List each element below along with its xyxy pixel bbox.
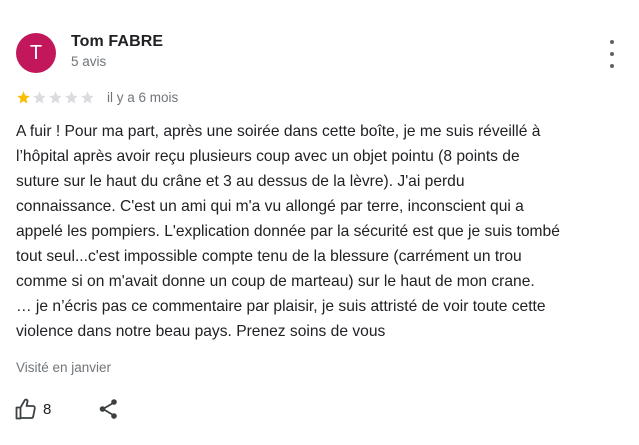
more-vert-icon-dot — [610, 52, 614, 56]
review-time-ago: il y a 6 mois — [107, 89, 179, 105]
star-empty-icon — [49, 90, 62, 103]
rating-row: il y a 6 mois — [16, 88, 178, 106]
more-vert-icon-dot — [610, 64, 614, 68]
author-review-count: 5 avis — [71, 54, 107, 69]
star-empty-icon — [81, 90, 94, 103]
star-rating — [16, 90, 95, 105]
review-text: A fuir ! Pour ma part, après une soirée … — [16, 123, 560, 340]
like-count: 8 — [43, 400, 52, 418]
share-icon — [99, 399, 117, 419]
star-empty-icon — [33, 90, 46, 103]
avatar-letter: T — [29, 41, 43, 64]
share-button[interactable] — [97, 397, 121, 421]
more-vert-icon — [610, 40, 614, 44]
star-filled-icon — [17, 90, 30, 103]
thumb-up-icon — [15, 398, 36, 420]
avatar[interactable]: T — [16, 33, 56, 73]
review-card: T Tom FABRE 5 avis il y a 6 mois A fuir … — [0, 0, 639, 445]
more-options-button[interactable] — [600, 40, 624, 68]
visit-date: Visité en janvier — [16, 360, 112, 375]
author-name[interactable]: Tom FABRE — [71, 33, 163, 51]
star-empty-icon — [65, 90, 78, 103]
like-button[interactable]: 8 — [14, 396, 51, 422]
